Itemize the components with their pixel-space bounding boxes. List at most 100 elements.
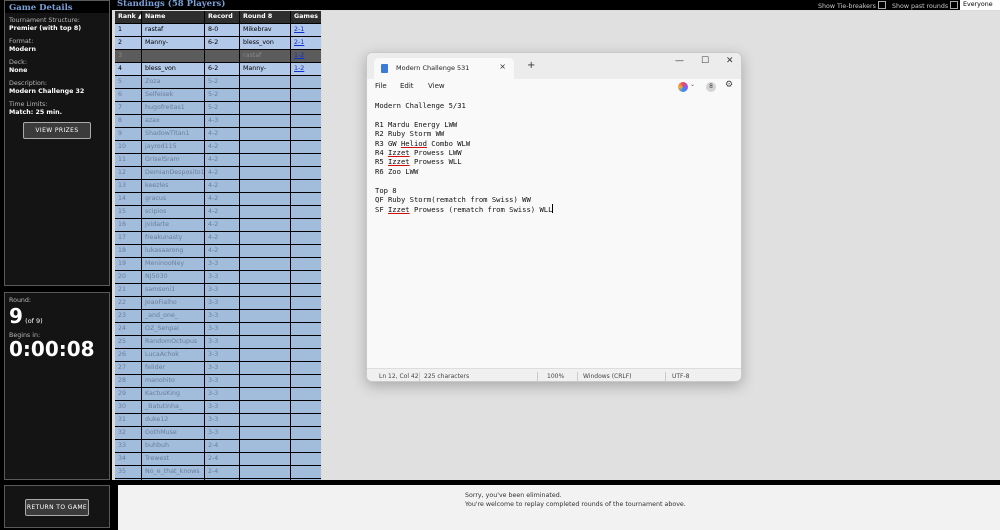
name-cell: OZ_Senpai: [142, 323, 204, 335]
table-row[interactable]: 6 Selfeisek 5-2: [115, 89, 321, 102]
games-cell: [291, 466, 321, 478]
menu-edit[interactable]: Edit: [400, 82, 414, 90]
record-cell: 4-2: [205, 193, 239, 205]
table-row[interactable]: 21 samsoni1 3-3: [115, 284, 321, 297]
table-row[interactable]: 22 JoaoFialho 3-3: [115, 297, 321, 310]
show-past-rounds-toggle[interactable]: Show past rounds: [892, 1, 959, 10]
notepad-titlebar[interactable]: Modern Challenge 531 × + — ☐ ✕: [367, 53, 741, 79]
table-row[interactable]: 28 manohito 3-3: [115, 375, 321, 388]
table-row[interactable]: 17 freakunasty 4-2: [115, 232, 321, 245]
table-row[interactable]: 1 rastaf 8-0 Mikebrav 2-1: [115, 24, 321, 37]
header-name[interactable]: Name: [142, 11, 204, 23]
games-link[interactable]: 1-2: [294, 65, 304, 72]
name-cell: jayrod115: [142, 141, 204, 153]
table-row[interactable]: 32 GothMuse 3-3: [115, 427, 321, 440]
notepad-window[interactable]: Modern Challenge 531 × + — ☐ ✕ File Edit…: [366, 52, 742, 382]
table-row[interactable]: 16 jvidarte 4-2: [115, 219, 321, 232]
show-tiebreakers-checkbox[interactable]: [877, 1, 886, 9]
chevron-down-icon[interactable]: ⌄: [690, 81, 695, 88]
round8-cell: [240, 336, 290, 348]
table-row[interactable]: 30 _Batutinha_ 3-3: [115, 401, 321, 414]
name-cell: [142, 50, 204, 62]
name-cell: rastaf: [142, 24, 204, 36]
name-cell: GriselSram: [142, 154, 204, 166]
record-cell: 3-3: [205, 258, 239, 270]
table-row[interactable]: 34 Trewest 2-4: [115, 453, 321, 466]
close-tab-icon[interactable]: ×: [499, 62, 506, 71]
table-row[interactable]: 23 _and_one_ 3-3: [115, 310, 321, 323]
table-row[interactable]: 15 scipios 4-2: [115, 206, 321, 219]
notepad-text-area[interactable]: Modern Challenge 5/31 R1 Mardu Energy LW…: [375, 101, 735, 369]
table-row[interactable]: 19 MeninooNey 3-3: [115, 258, 321, 271]
table-row[interactable]: 4 bless_von 6-2 Manny- 1-2: [115, 63, 321, 76]
games-cell[interactable]: 2-1: [291, 24, 321, 36]
games-cell[interactable]: 2-1: [291, 37, 321, 49]
standings-table[interactable]: Rank ▲ Name Record Round 8 Games 1 rastaf…: [115, 11, 321, 480]
new-tab-icon[interactable]: +: [527, 60, 535, 71]
table-row[interactable]: 2 Manny- 6-2 bless_von 2-1: [115, 37, 321, 50]
header-rank[interactable]: Rank ▲: [115, 11, 141, 23]
games-link[interactable]: 2-1: [294, 26, 304, 33]
table-row[interactable]: 11 GriselSram 4-2: [115, 154, 321, 167]
table-row[interactable]: 27 felider 3-3: [115, 362, 321, 375]
round8-cell: [240, 167, 290, 179]
name-cell: freakunasty: [142, 232, 204, 244]
record-cell: 6-2: [205, 37, 239, 49]
account-avatar[interactable]: 8: [706, 82, 716, 92]
show-tiebreakers-toggle[interactable]: Show Tie-breakers: [818, 1, 886, 10]
name-cell: MisterTwin: [142, 479, 204, 480]
line-ending[interactable]: Windows (CRLF): [583, 373, 632, 380]
record-cell: 4-2: [205, 219, 239, 231]
rank-cell: 24: [115, 323, 141, 335]
close-window-icon[interactable]: ✕: [726, 56, 734, 66]
gear-icon[interactable]: ⚙: [725, 80, 733, 90]
table-row[interactable]: 26 LucaAchok 3-3: [115, 349, 321, 362]
table-row[interactable]: 33 buhbuh 2-4: [115, 440, 321, 453]
games-link[interactable]: 2-1: [294, 39, 304, 46]
table-row[interactable]: 20 NJ5030 3-3: [115, 271, 321, 284]
menu-file[interactable]: File: [375, 82, 387, 90]
header-round8[interactable]: Round 8: [240, 11, 290, 23]
table-row[interactable]: 13 keezles 4-2: [115, 180, 321, 193]
zoom-level[interactable]: 100%: [547, 373, 564, 380]
encoding[interactable]: UTF-8: [672, 373, 690, 380]
menu-view[interactable]: View: [428, 82, 445, 90]
games-cell[interactable]: 1-2: [291, 63, 321, 75]
table-row[interactable]: 31 duke12 3-3: [115, 414, 321, 427]
show-past-rounds-checkbox[interactable]: [950, 1, 959, 9]
record-cell: 4-2: [205, 141, 239, 153]
copilot-icon[interactable]: [678, 82, 688, 92]
maximize-icon[interactable]: ☐: [701, 56, 709, 66]
deck-value: None: [9, 67, 28, 74]
table-row[interactable]: 24 OZ_Senpai 3-3: [115, 323, 321, 336]
table-row[interactable]: 35 No_e_that_knows 2-4: [115, 466, 321, 479]
table-row[interactable]: 29 KactusKing 3-3: [115, 388, 321, 401]
table-row[interactable]: 14 gracus 4-2: [115, 193, 321, 206]
name-cell: RandomOctupus: [142, 336, 204, 348]
record-cell: 2-4: [205, 440, 239, 452]
games-link[interactable]: 1-2: [294, 52, 304, 59]
table-row[interactable]: 25 RandomOctupus 3-3: [115, 336, 321, 349]
header-games[interactable]: Games: [291, 11, 321, 23]
table-row[interactable]: 10 jayrod115 4-2: [115, 141, 321, 154]
notepad-tab[interactable]: Modern Challenge 531 ×: [374, 58, 514, 79]
table-row[interactable]: 9 ShadowTitan1 4-2: [115, 128, 321, 141]
view-prizes-button[interactable]: VIEW PRIZES: [23, 122, 91, 139]
table-row[interactable]: 3 rastaf 1-2: [115, 50, 321, 63]
name-cell: gracus: [142, 193, 204, 205]
header-record[interactable]: Record: [205, 11, 239, 23]
table-row[interactable]: 8 azax 4-3: [115, 115, 321, 128]
notepad-menubar: File Edit View ⌄ 8 ⚙: [367, 79, 741, 96]
round8-cell: [240, 349, 290, 361]
table-row[interactable]: 18 lukasaarong 4-2: [115, 245, 321, 258]
table-row[interactable]: 36MisterTwin2-4: [115, 479, 321, 480]
games-cell[interactable]: 1-2: [291, 50, 321, 62]
table-row[interactable]: 12 DemianDesposito10 4-2: [115, 167, 321, 180]
player-filter-select[interactable]: Everyone: [960, 0, 1000, 10]
table-row[interactable]: 7 hugofreitas1 5-2: [115, 102, 321, 115]
round8-cell: [240, 271, 290, 283]
table-row[interactable]: 5 Zoza 5-2: [115, 76, 321, 89]
minimize-icon[interactable]: —: [675, 56, 684, 66]
return-to-game-button[interactable]: RETURN TO GAME: [25, 499, 89, 516]
games-cell: [291, 206, 321, 218]
